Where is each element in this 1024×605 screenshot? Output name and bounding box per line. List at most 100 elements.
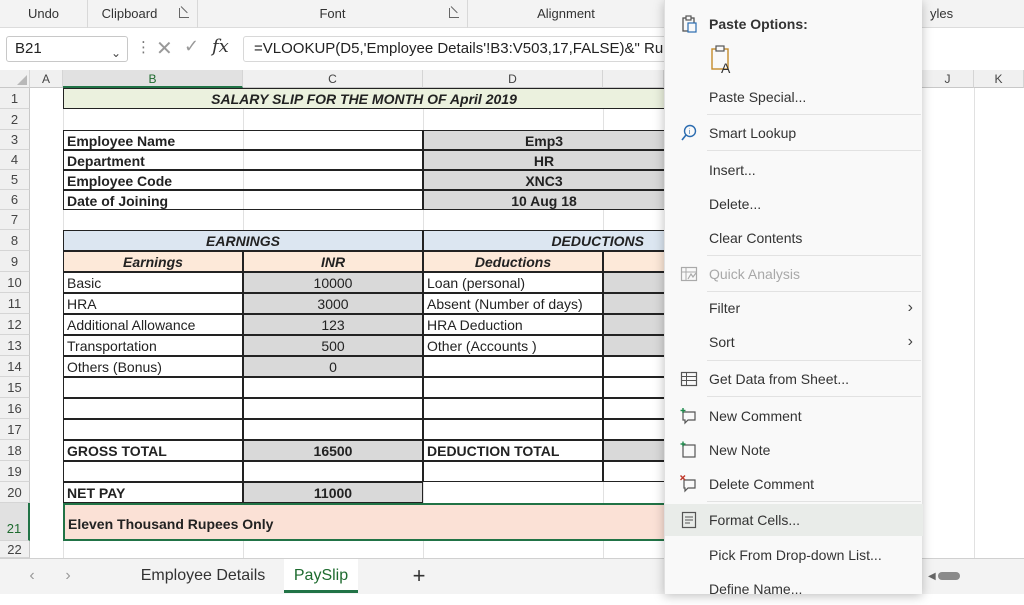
clipboard-dialog-launcher-icon[interactable] (179, 8, 189, 18)
earning-amount[interactable]: 500 (243, 335, 423, 356)
enter-check-icon[interactable]: ✓ (184, 36, 199, 57)
undo-group-label[interactable]: Undo (0, 0, 88, 28)
amount-in-words-cell[interactable]: Eleven Thousand Rupees Only (63, 503, 664, 541)
earning-amount[interactable]: 123 (243, 314, 423, 335)
prev-sheet-icon[interactable]: ‹ (20, 559, 44, 593)
earning-name[interactable]: HRA (63, 293, 243, 314)
earning-name[interactable]: Additional Allowance (63, 314, 243, 335)
empty-cell[interactable] (603, 398, 664, 419)
name-box[interactable]: B21 ⌄ (6, 36, 128, 62)
earnings-column-header[interactable]: Earnings (63, 251, 243, 272)
empty-cell[interactable] (63, 377, 243, 398)
row-header[interactable]: 13 (0, 335, 30, 356)
gross-total-label[interactable]: GROSS TOTAL (63, 440, 243, 461)
next-sheet-icon[interactable]: › (56, 559, 80, 593)
column-header-j[interactable]: J (922, 70, 974, 88)
empty-cell[interactable] (603, 377, 664, 398)
info-value[interactable]: 10 Aug 18 (423, 190, 664, 210)
row-header[interactable]: 1 (0, 88, 30, 109)
deduction-name[interactable]: Loan (personal) (423, 272, 603, 293)
horizontal-scroll-area[interactable]: ◀ (922, 558, 1024, 594)
empty-cell[interactable] (63, 461, 243, 482)
menu-paste-special[interactable]: Paste Special... (665, 81, 923, 113)
row-header[interactable]: 18 (0, 440, 30, 461)
row-header[interactable]: 20 (0, 482, 30, 503)
menu-format-cells[interactable]: Format Cells... (665, 504, 923, 536)
row-header[interactable]: 6 (0, 190, 30, 210)
empty-cell[interactable] (423, 377, 603, 398)
earnings-header[interactable]: EARNINGS (63, 230, 423, 251)
row-header[interactable]: 19 (0, 461, 30, 482)
row-header[interactable]: 3 (0, 130, 30, 150)
empty-cell[interactable] (243, 461, 423, 482)
row-header[interactable]: 8 (0, 230, 30, 251)
menu-smart-lookup[interactable]: i Smart Lookup (665, 117, 923, 149)
font-dialog-launcher-icon[interactable] (449, 8, 459, 18)
menu-pick-from-dropdown[interactable]: Pick From Drop-down List... (665, 539, 923, 571)
menu-define-name[interactable]: Define Name... (665, 573, 923, 605)
empty-cell[interactable] (243, 419, 423, 440)
menu-new-note[interactable]: New Note (665, 434, 923, 466)
column-header-b[interactable]: B (63, 70, 243, 88)
row-header[interactable]: 17 (0, 419, 30, 440)
empty-cell[interactable] (603, 419, 664, 440)
info-label[interactable]: Employee Name (63, 130, 423, 150)
earning-amount[interactable]: 3000 (243, 293, 423, 314)
insert-function-icon[interactable]: fx (212, 36, 229, 57)
chevron-down-icon[interactable]: ⌄ (111, 41, 121, 65)
empty-cell[interactable] (63, 398, 243, 419)
info-value[interactable]: XNC3 (423, 170, 664, 190)
column-header-a[interactable]: A (30, 70, 63, 88)
deduction-name[interactable]: Other (Accounts ) (423, 335, 603, 356)
net-pay-value[interactable]: 11000 (243, 482, 423, 503)
row-header[interactable]: 10 (0, 272, 30, 293)
info-label[interactable]: Department (63, 150, 423, 170)
deductions-column-header[interactable]: Deductions (423, 251, 603, 272)
empty-cell[interactable] (243, 377, 423, 398)
row-header[interactable]: 9 (0, 251, 30, 272)
menu-clear-contents[interactable]: Clear Contents (665, 222, 923, 254)
scrollbar-thumb[interactable] (938, 572, 960, 580)
menu-insert[interactable]: Insert... (665, 154, 923, 186)
deduction-total-label[interactable]: DEDUCTION TOTAL (423, 440, 603, 461)
earning-amount[interactable]: 0 (243, 356, 423, 377)
tab-payslip[interactable]: PaySlip (284, 559, 358, 593)
paste-keep-text-icon[interactable]: A (709, 44, 735, 76)
earning-name[interactable]: Basic (63, 272, 243, 293)
empty-cell[interactable] (423, 419, 603, 440)
earning-name[interactable]: Transportation (63, 335, 243, 356)
more-options-icon[interactable]: ⋮ (136, 38, 151, 56)
info-label[interactable]: Date of Joining (63, 190, 423, 210)
row-header[interactable]: 16 (0, 398, 30, 419)
row-header[interactable]: 7 (0, 210, 30, 230)
row-header[interactable]: 4 (0, 150, 30, 170)
menu-new-comment[interactable]: New Comment (665, 400, 923, 432)
row-header[interactable]: 12 (0, 314, 30, 335)
select-all-button[interactable] (0, 70, 30, 88)
deduction-amount[interactable] (603, 272, 664, 293)
menu-filter[interactable]: Filter › (665, 292, 923, 324)
row-header[interactable]: 14 (0, 356, 30, 377)
menu-sort[interactable]: Sort › (665, 326, 923, 358)
deduction-total-value[interactable] (603, 440, 664, 461)
row-header[interactable]: 15 (0, 377, 30, 398)
inr-column-header[interactable]: INR (243, 251, 423, 272)
info-value[interactable]: HR (423, 150, 664, 170)
tab-employee-details[interactable]: Employee Details (130, 559, 276, 593)
empty-cell[interactable] (423, 398, 603, 419)
net-pay-label[interactable]: NET PAY (63, 482, 243, 503)
info-value[interactable]: Emp3 (423, 130, 664, 150)
deduction-amount[interactable] (603, 335, 664, 356)
cancel-icon[interactable]: ✕ (156, 36, 173, 61)
column-header-k[interactable]: K (974, 70, 1024, 88)
empty-cell[interactable] (423, 356, 603, 377)
column-header-e[interactable] (603, 70, 664, 88)
deduction-name[interactable]: Absent (Number of days) (423, 293, 603, 314)
empty-cell[interactable] (603, 356, 664, 377)
info-label[interactable]: Employee Code (63, 170, 423, 190)
column-header-c[interactable]: C (243, 70, 423, 88)
gross-total-value[interactable]: 16500 (243, 440, 423, 461)
deduction-name[interactable]: HRA Deduction (423, 314, 603, 335)
row-header[interactable]: 22 (0, 541, 30, 558)
empty-cell[interactable] (603, 461, 664, 482)
